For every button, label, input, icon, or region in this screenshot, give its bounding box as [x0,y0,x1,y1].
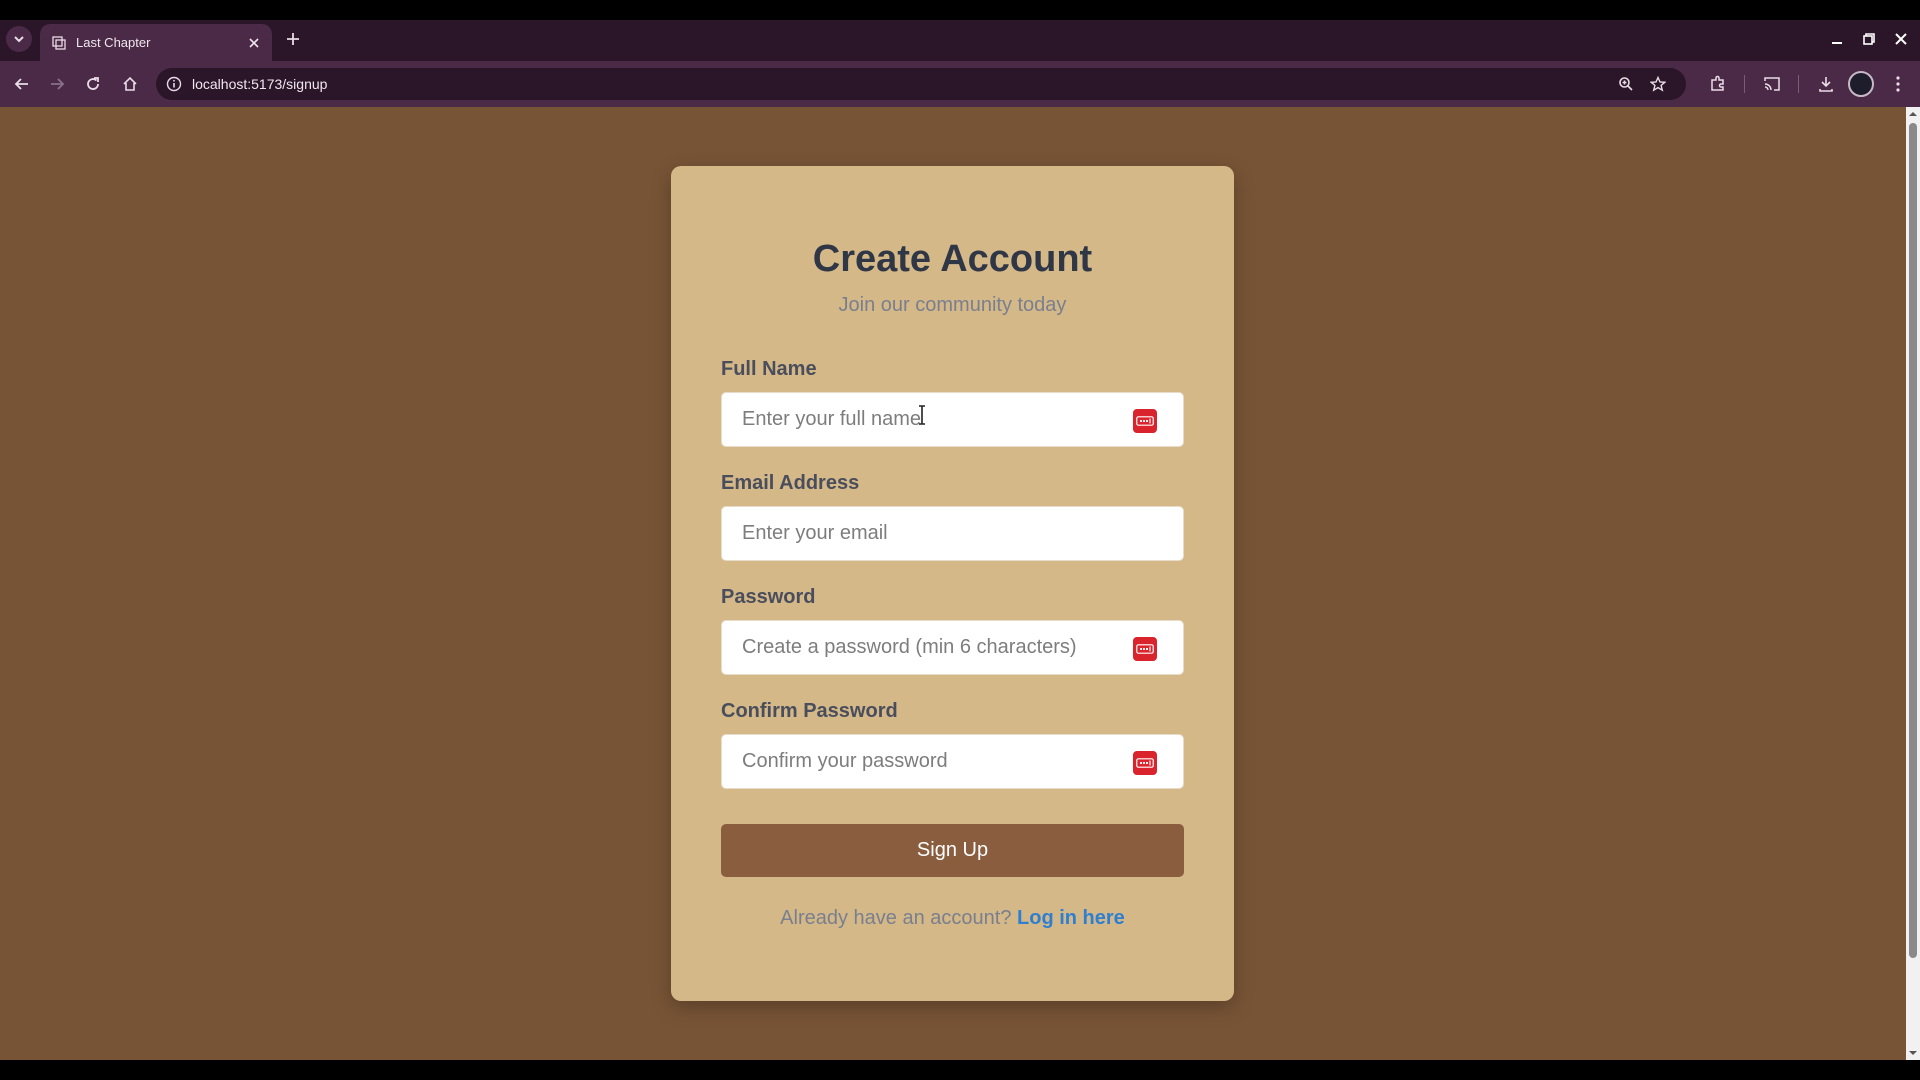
confirm-password-input[interactable] [722,735,1183,788]
tab-close-icon[interactable] [244,33,264,53]
sign-up-button[interactable]: Sign Up [721,824,1184,877]
screen-bottom-border [0,1060,1920,1080]
home-button[interactable] [118,72,142,96]
full-name-field [721,392,1184,447]
bookmark-star-icon[interactable] [1648,74,1668,94]
zoom-icon[interactable] [1616,74,1636,94]
login-prompt: Already have an account? Log in here [671,907,1234,930]
tab-title: Last Chapter [76,35,151,50]
maximize-button[interactable] [1858,28,1880,50]
reload-icon [87,77,99,90]
minimize-button[interactable] [1826,28,1848,50]
browser-toolbar: localhost:5173/signup [0,61,1920,107]
extensions-button[interactable] [1706,72,1730,96]
plus-icon [287,33,299,45]
email-input[interactable] [722,507,1183,560]
url-text[interactable]: localhost:5173/signup [192,76,327,92]
screen-top-border [0,0,1920,20]
downloads-button[interactable] [1814,72,1838,96]
site-info-icon[interactable] [164,74,184,94]
toolbar-divider [1744,75,1745,93]
download-icon [1819,77,1833,92]
password-label: Password [721,586,816,608]
restore-icon [1863,33,1875,45]
chevron-down-icon [14,36,24,43]
login-link[interactable]: Log in here [1017,907,1125,929]
browser-tab-active[interactable]: Last Chapter [40,24,272,61]
cast-icon [1764,77,1780,91]
full-name-label: Full Name [721,358,817,380]
signup-card: Create Account Join our community today … [671,166,1234,1001]
password-manager-icon[interactable] [1133,751,1157,775]
scroll-up-arrow-icon[interactable] [1908,109,1918,119]
password-input[interactable] [722,621,1183,674]
scrollbar-thumb[interactable] [1909,123,1917,958]
profile-avatar[interactable] [1848,71,1874,97]
password-field [721,620,1184,675]
page-subtitle: Join our community today [838,294,1067,316]
confirm-password-field [721,734,1184,789]
forward-button[interactable] [45,72,69,96]
email-field [721,506,1184,561]
scroll-down-arrow-icon[interactable] [1908,1048,1918,1058]
new-tab-button[interactable] [282,28,304,50]
reload-button[interactable] [81,72,105,96]
tab-search-button[interactable] [6,26,32,52]
cast-button[interactable] [1760,72,1784,96]
more-vertical-icon [1896,76,1900,92]
home-icon [123,76,137,91]
page-scrollbar[interactable] [1906,107,1920,1060]
tab-favicon-icon [52,35,66,50]
login-prompt-text: Already have an account? [780,907,1012,929]
arrow-right-icon [51,78,65,90]
address-bar[interactable]: localhost:5173/signup [156,68,1686,100]
page-title: Create Account [812,238,1093,280]
text-cursor-icon [919,405,925,425]
password-manager-icon[interactable] [1133,409,1157,433]
email-label: Email Address [721,472,860,494]
browser-tab-strip: Last Chapter [0,0,1920,61]
confirm-password-label: Confirm Password [721,700,898,722]
back-button[interactable] [10,72,34,96]
close-window-button[interactable] [1890,28,1912,50]
browser-menu-button[interactable] [1886,72,1910,96]
arrow-left-icon [14,78,28,90]
puzzle-icon [1711,75,1724,91]
toolbar-divider [1798,75,1799,93]
close-icon [1895,33,1907,45]
password-manager-icon[interactable] [1133,637,1157,661]
minimize-icon [1832,42,1842,44]
full-name-input[interactable] [722,393,1183,446]
